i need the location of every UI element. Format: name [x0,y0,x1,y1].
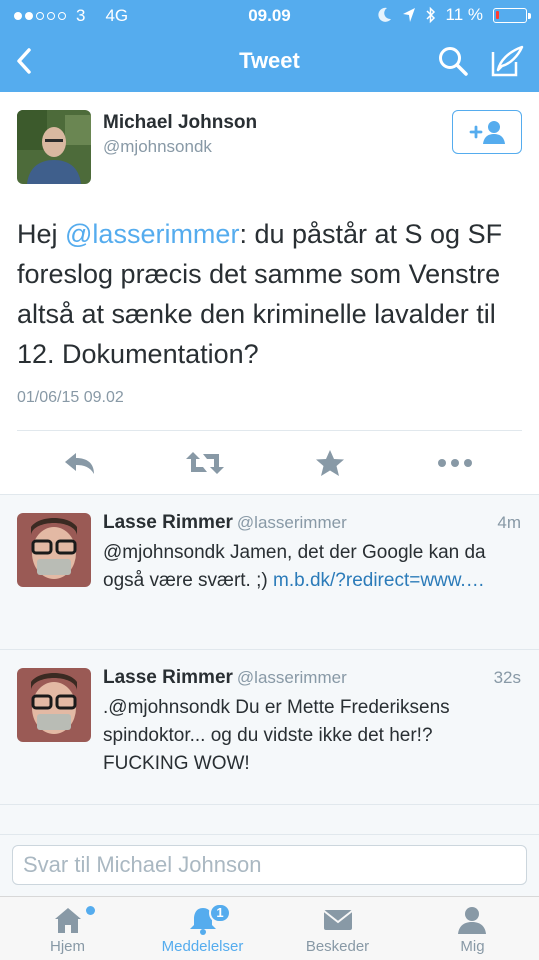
navigation-bar: Tweet [0,32,539,92]
search-icon[interactable] [436,44,470,78]
reply-author-handle[interactable]: @lasserimmer [237,668,347,687]
compose-icon[interactable] [490,44,526,78]
reply-text: @mjohnsondk Jamen, det der Google kan da… [103,539,523,595]
reply-button[interactable] [58,440,102,486]
list-item[interactable]: Lasse Rimmer @lasserimmer 4m @mjohnsondk … [0,495,539,650]
location-icon [402,8,415,22]
favorite-icon [316,450,344,476]
messages-icon [322,910,353,930]
reply-author-name[interactable]: Lasse Rimmer [103,667,233,688]
favorite-button[interactable] [308,440,352,486]
reply-link[interactable]: m.b.dk/?redirect=www.… [273,570,485,591]
more-icon [438,459,472,467]
tab-label: Hjem [49,938,85,955]
new-content-dot [86,906,95,915]
tweet-text: Hej @lasserimmer: du påstår at S og SF f… [17,214,522,374]
reply-author-handle[interactable]: @lasserimmer [237,513,347,532]
replies-list: Lasse Rimmer @lasserimmer 4m @mjohnsondk … [0,494,539,834]
more-button[interactable] [433,440,477,486]
tab-label: Meddelelser [161,938,244,955]
avatar[interactable] [17,110,91,184]
tweet-actions [0,440,539,486]
home-icon [54,908,81,933]
divider [17,430,522,431]
notification-badge: 1 [209,903,231,923]
tab-profile[interactable]: Mig [405,897,539,960]
retweet-icon [186,452,224,474]
tab-home[interactable]: Hjem [0,897,135,960]
tab-messages[interactable]: Beskeder [270,897,405,960]
list-item[interactable]: Lasse Rimmer @lasserimmer 32s .@mjohnsond… [0,650,539,805]
battery-percent: 11 % [445,5,484,24]
follow-button[interactable] [452,110,522,154]
avatar[interactable] [17,668,91,742]
status-bar: 3 4G 09.09 11 % [0,0,539,32]
reply-text: .@mjohnsondk Du er Mette Frederiksens sp… [103,694,523,778]
tab-bar: Hjem 1 Meddelelser Beskeder Mig [0,896,539,960]
reply-time: 4m [497,513,521,532]
tab-notifications[interactable]: 1 Meddelelser [135,897,270,960]
reply-text-body: .@mjohnsondk Du er Mette Frederiksens sp… [103,697,450,774]
author-name[interactable]: Michael Johnson [103,112,257,134]
author-handle[interactable]: @mjohnsondk [103,137,212,157]
battery-icon [493,7,531,23]
tab-label: Beskeder [305,938,370,955]
profile-icon [458,907,486,934]
tab-label: Mig [460,938,485,955]
main-tweet: Michael Johnson @mjohnsondk Hej @lasseri… [0,92,539,494]
tweet-timestamp: 01/06/15 09.02 [17,389,124,406]
moon-icon [377,7,391,22]
reply-icon [65,453,94,474]
top-bar: 3 4G 09.09 11 % Tweet [0,0,539,92]
reply-input[interactable] [12,845,527,885]
reply-bar [0,834,539,896]
mention-link[interactable]: @lasserimmer [65,219,239,249]
reply-author-name[interactable]: Lasse Rimmer [103,512,233,533]
avatar[interactable] [17,513,91,587]
bluetooth-icon [425,6,435,24]
tweet-text-start: Hej [17,219,66,249]
reply-time: 32s [493,668,521,687]
retweet-button[interactable] [183,440,227,486]
add-user-icon [469,121,505,144]
